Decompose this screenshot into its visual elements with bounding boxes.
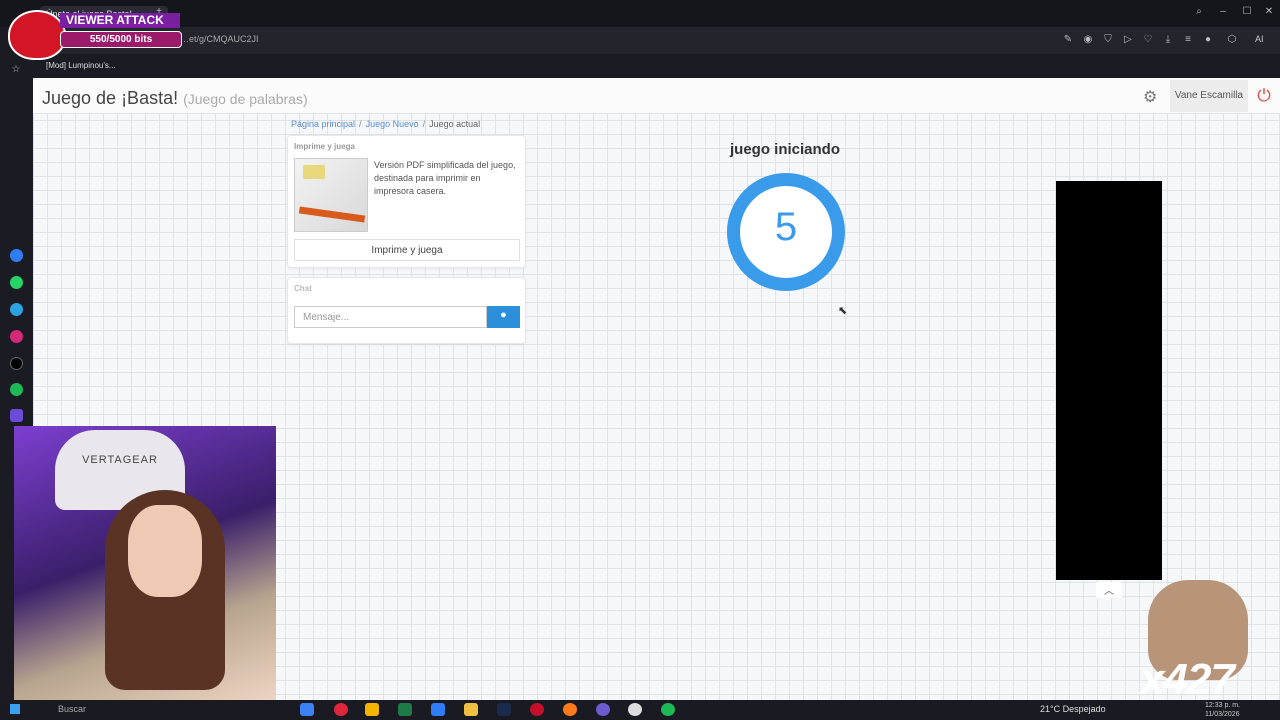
page-subtitle: (Juego de palabras) <box>183 91 308 107</box>
shield-icon[interactable]: ⛉ <box>1101 34 1115 45</box>
menu-icon[interactable]: ≡ <box>1181 34 1195 45</box>
page-title: Juego de ¡Basta! (Juego de palabras) <box>42 88 308 109</box>
maximize-icon[interactable]: ☐ <box>1240 6 1254 17</box>
firefox-icon[interactable] <box>563 703 577 716</box>
weather-widget[interactable]: 21°C Despejado <box>1040 704 1106 714</box>
app-icon[interactable] <box>300 703 314 716</box>
chat-panel-title: Chat <box>294 284 312 293</box>
play-icon[interactable]: ▷ <box>1121 34 1135 45</box>
clock-date: 11/03/2026 <box>1205 711 1240 718</box>
viewer-attack-title: VIEWER ATTACK <box>60 13 180 28</box>
edit-icon[interactable]: ✎ <box>1061 34 1075 45</box>
mail-icon[interactable] <box>431 703 445 716</box>
chat-message-input[interactable]: Mensaje... <box>294 306 487 328</box>
x-icon[interactable] <box>10 357 23 370</box>
game-status: juego iniciando <box>729 141 840 158</box>
taskbar-search[interactable]: Buscar <box>58 704 86 714</box>
minimize-icon[interactable]: – <box>1216 6 1230 17</box>
chat-send-button[interactable]: ● <box>487 306 520 328</box>
windows-start-icon[interactable] <box>10 704 20 714</box>
chat-bubble-icon: ● <box>500 309 507 321</box>
player-icon[interactable] <box>10 409 23 422</box>
print-description: Versión PDF simplificada del juego, dest… <box>374 160 516 196</box>
obs-icon[interactable] <box>628 703 642 716</box>
print-panel-title: Imprime y juega <box>294 142 355 151</box>
app-red-icon[interactable] <box>530 703 544 716</box>
whatsapp-icon[interactable] <box>10 276 23 289</box>
folder-icon[interactable] <box>464 703 478 716</box>
discord-icon[interactable] <box>596 703 610 716</box>
gear-icon[interactable]: ⚙ <box>1143 87 1157 107</box>
power-icon[interactable]: ⏻ <box>1257 86 1271 106</box>
telegram-icon[interactable] <box>10 303 23 316</box>
page-title-main: Juego de ¡Basta! <box>42 88 179 108</box>
ai-button[interactable]: AI <box>1255 34 1264 44</box>
user-name[interactable]: Vane Escamilla <box>1170 80 1248 112</box>
breadcrumb: Página principal / Juego Nuevo / Juego actua… <box>291 119 481 129</box>
url-text[interactable]: …et/g/CMQAUC2JI <box>180 34 259 44</box>
star-icon[interactable]: ☆ <box>9 64 23 75</box>
opera-icon[interactable] <box>334 703 348 716</box>
messenger-icon[interactable] <box>10 249 23 262</box>
logo-shape <box>303 165 325 179</box>
mouse-cursor-icon: ⬉ <box>838 305 848 317</box>
clock-time: 12:33 p. m. <box>1205 702 1241 709</box>
steam-icon[interactable] <box>497 703 511 716</box>
breadcrumb-new-game[interactable]: Juego Nuevo <box>366 119 419 129</box>
countdown-number: 5 <box>774 205 798 249</box>
heart-icon <box>8 10 66 60</box>
pencil-shape <box>298 206 366 223</box>
multiplier-text: x427 <box>1140 655 1235 704</box>
extension-icon[interactable]: ⬡ <box>1225 34 1239 45</box>
chevron-up-icon[interactable]: ︿ <box>1096 582 1122 598</box>
streamer-face <box>128 505 202 597</box>
bookmark-item[interactable]: [Mod] Lumpinou's... <box>46 61 116 70</box>
heart-icon[interactable]: ♡ <box>1141 34 1155 45</box>
download-icon[interactable]: ⤓ <box>1161 34 1175 45</box>
excel-icon[interactable] <box>398 703 412 716</box>
print-thumbnail <box>294 158 368 232</box>
store-icon[interactable] <box>365 703 379 716</box>
instagram-icon[interactable] <box>10 330 23 343</box>
breadcrumb-current: Juego actual <box>429 119 481 129</box>
ad-placeholder <box>1056 181 1162 580</box>
close-icon[interactable]: ✕ <box>1262 6 1276 17</box>
bookmarks-bar <box>33 54 1280 78</box>
print-play-button[interactable]: Imprime y juega <box>294 239 520 261</box>
spotify-icon[interactable] <box>10 383 23 396</box>
breadcrumb-home[interactable]: Página principal <box>291 119 355 129</box>
title-bar: Únete al juego Basta! + ⌕ – ☐ ✕ <box>0 0 1280 27</box>
taskbar-clock[interactable]: 12:33 p. m. 11/03/2026 <box>1205 701 1240 719</box>
search-icon[interactable]: ⌕ <box>1192 6 1206 17</box>
camera-icon[interactable]: ◉ <box>1081 34 1095 45</box>
profile-icon[interactable]: ● <box>1201 34 1215 45</box>
spotify-taskbar-icon[interactable] <box>661 703 675 716</box>
bits-progress: 550/5000 bits <box>60 31 182 48</box>
